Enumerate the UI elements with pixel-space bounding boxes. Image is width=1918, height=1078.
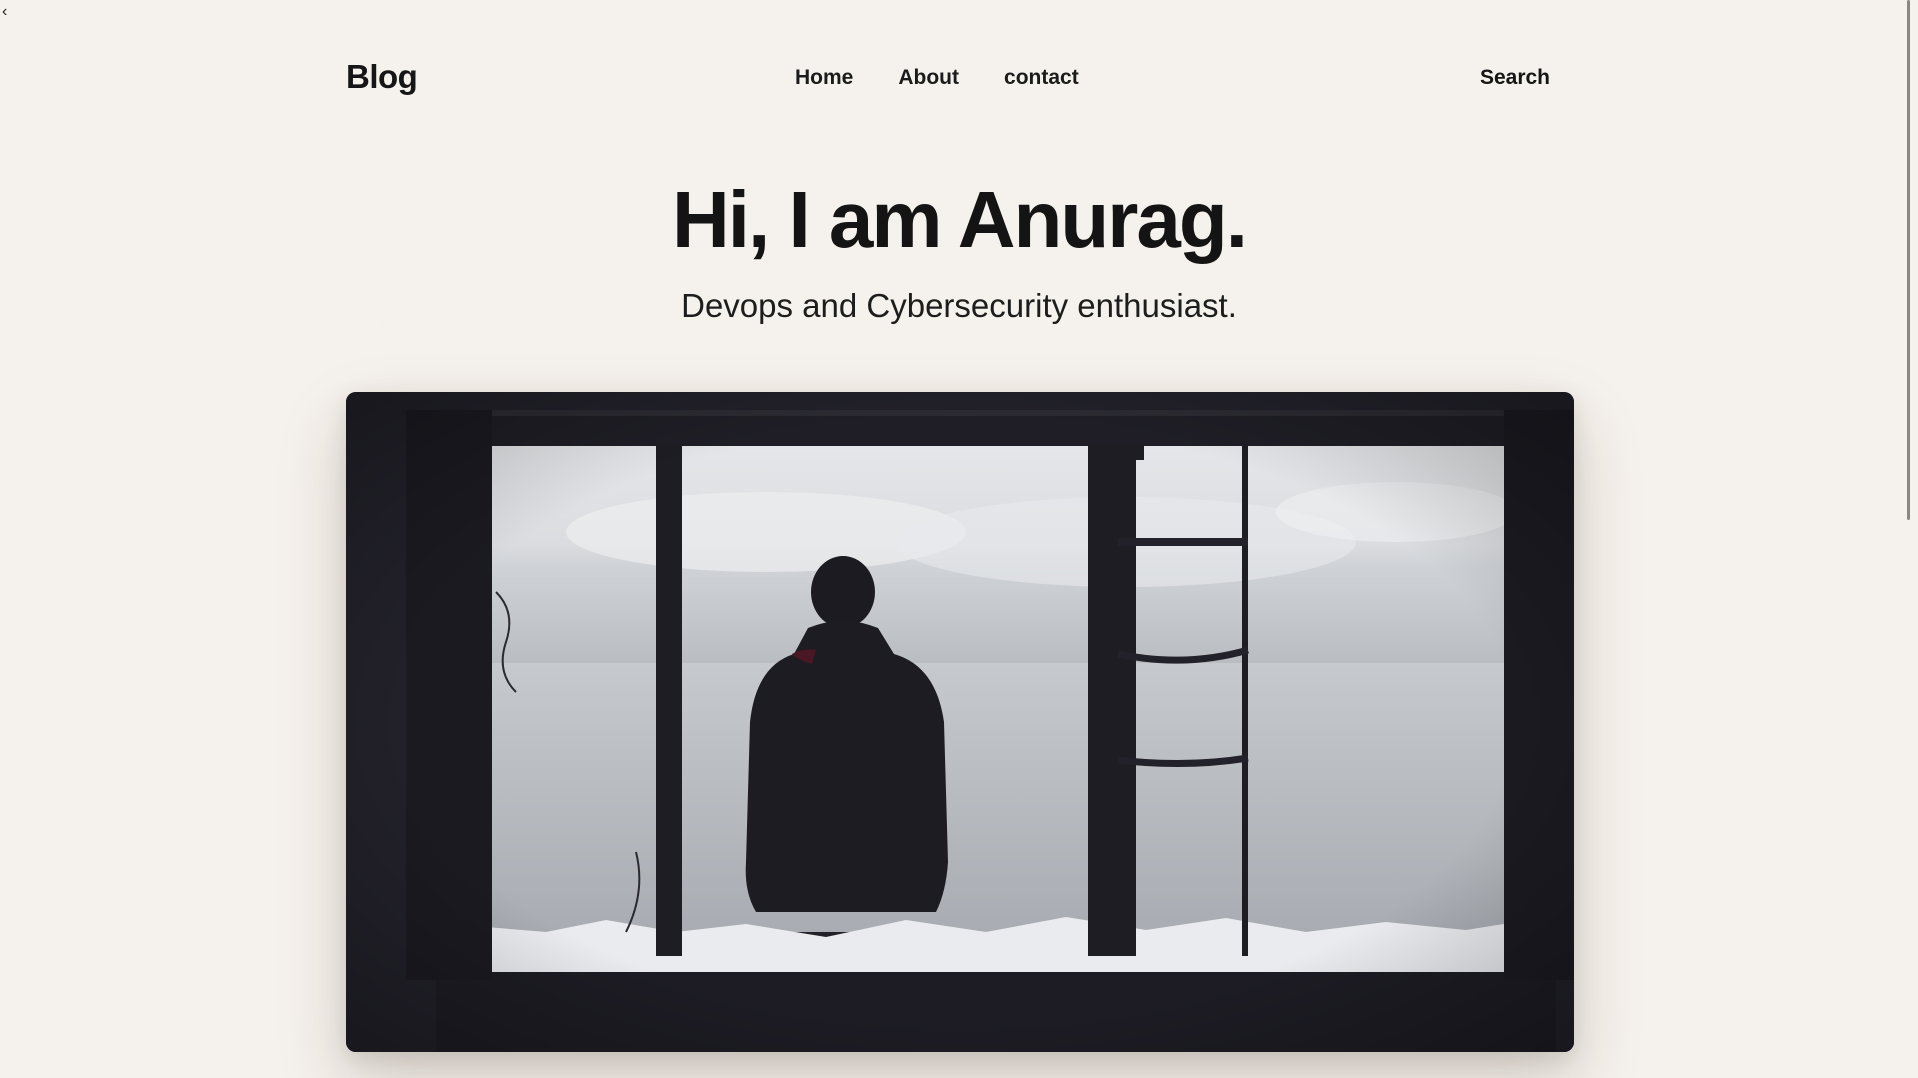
hero-image <box>346 392 1574 1052</box>
nav-link-home[interactable]: Home <box>795 66 853 90</box>
back-chevron-icon[interactable]: ‹ <box>2 4 7 20</box>
hero-subtitle: Devops and Cybersecurity enthusiast. <box>681 287 1237 324</box>
main-nav: Home About contact <box>795 66 1079 90</box>
person-at-window-photo-icon <box>346 392 1574 1052</box>
site-header: Blog Home About contact Search <box>346 55 1550 103</box>
hero-title: Hi, I am Anurag. <box>671 175 1248 264</box>
search-link[interactable]: Search <box>1480 66 1550 90</box>
brand-logo[interactable]: Blog <box>346 58 418 96</box>
nav-link-about[interactable]: About <box>898 66 959 90</box>
nav-link-contact[interactable]: contact <box>1004 66 1079 90</box>
scrollbar[interactable] <box>1900 0 1918 1078</box>
page: ‹ Blog Home About contact Search Hi, I a… <box>0 0 1918 1078</box>
